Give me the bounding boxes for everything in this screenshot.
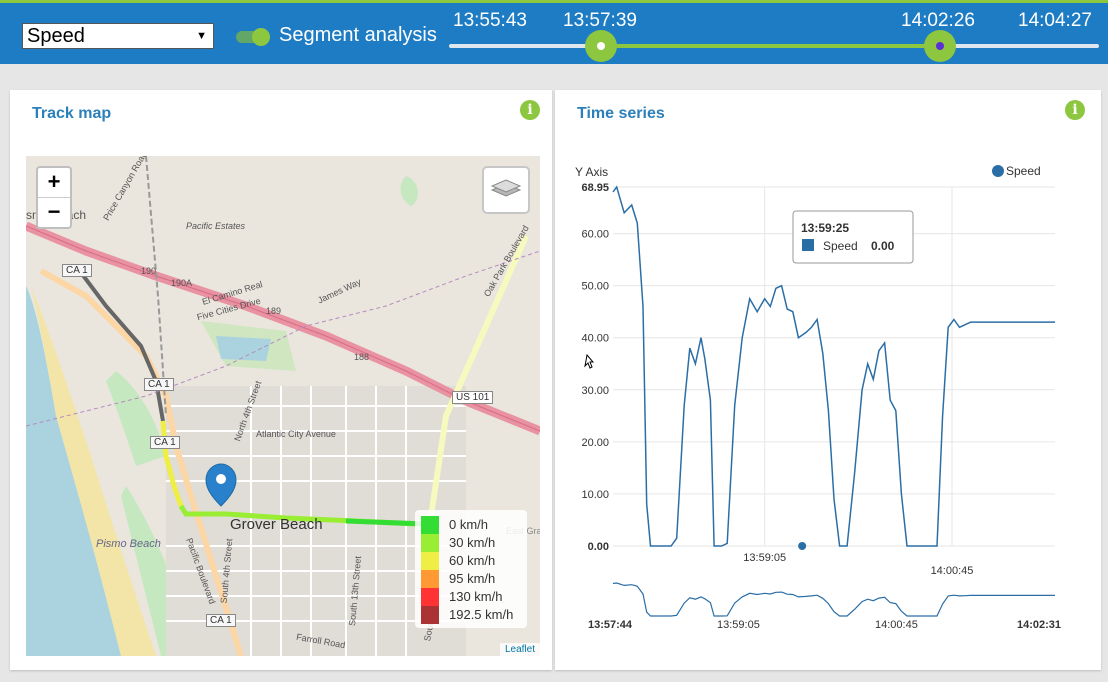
- layers-icon: [490, 179, 522, 197]
- legend-label: 95 km/h: [449, 571, 496, 586]
- legend-label: 0 km/h: [449, 517, 489, 532]
- panel-title: Time series: [577, 105, 665, 122]
- toggle-knob: [252, 28, 270, 46]
- legend-label: 192.5 km/h: [449, 607, 514, 622]
- navigator-series-line[interactable]: [612, 582, 1055, 617]
- y-tick-label: 68.95: [581, 182, 609, 194]
- range-end-time: 14:04:27: [1018, 10, 1092, 31]
- navigator-label: 13:59:05: [717, 619, 760, 631]
- info-icon[interactable]: i: [520, 100, 540, 120]
- y-tick-label: 30.00: [581, 385, 609, 397]
- navigator-label: 13:57:44: [588, 619, 633, 631]
- range-start-handle[interactable]: [585, 30, 617, 62]
- y-tick-label: 20.00: [581, 437, 609, 449]
- legend-marker-icon: [992, 165, 1004, 177]
- navigator-label: 14:02:31: [1017, 619, 1061, 631]
- legend-label: 60 km/h: [449, 553, 496, 568]
- route-number: 189: [266, 306, 282, 316]
- hover-point: [798, 542, 807, 550]
- tooltip-swatch: [802, 239, 814, 251]
- tooltip-value: 0.00: [871, 239, 895, 253]
- map-label: Atlantic City Avenue: [256, 429, 336, 439]
- route-shield: CA 1: [150, 436, 180, 449]
- handle-dot-icon: [597, 42, 605, 50]
- selected-range: [600, 44, 940, 48]
- range-end-handle[interactable]: [924, 30, 956, 62]
- range-handle-start-time: 13:57:39: [563, 10, 637, 31]
- y-axis-title: Y Axis: [575, 165, 608, 179]
- x-tick-label: 13:59:05: [743, 552, 786, 564]
- y-tick-label: 50.00: [581, 281, 609, 293]
- legend-swatch: [421, 588, 439, 606]
- legend-swatch: [421, 516, 439, 534]
- legend-swatch: [421, 534, 439, 552]
- panel-title: Track map: [32, 105, 112, 122]
- route-shield: CA 1: [62, 264, 92, 277]
- route-shield: CA 1: [144, 378, 174, 391]
- legend-swatch: [421, 552, 439, 570]
- legend-swatch: [421, 606, 439, 624]
- map-label: Pacific Estates: [186, 221, 246, 231]
- tooltip-series: Speed: [823, 239, 858, 253]
- y-tick-label: 0.00: [588, 541, 609, 553]
- metric-select[interactable]: Speed ▼: [22, 23, 214, 49]
- segment-analysis-label: Segment analysis: [279, 24, 437, 46]
- layers-button[interactable]: [482, 166, 530, 214]
- handle-dot-icon: [936, 42, 944, 50]
- dropdown-arrow-icon: ▼: [196, 30, 207, 42]
- zoom-control: + −: [36, 166, 72, 229]
- zoom-out-button[interactable]: −: [38, 198, 70, 227]
- range-start-time: 13:55:43: [453, 10, 527, 31]
- map-label: Pismo Beach: [96, 538, 161, 550]
- route-shield: US 101: [452, 391, 494, 404]
- navigator-label: 14:00:45: [875, 619, 918, 631]
- route-shield: CA 1: [206, 614, 236, 627]
- zoom-in-button[interactable]: +: [38, 168, 70, 198]
- chart-tooltip: 13:59:25 Speed 0.00: [792, 210, 914, 264]
- speed-legend: 0 km/h 30 km/h 60 km/h 95 km/h 130 km/h …: [415, 510, 527, 628]
- legend-label: 130 km/h: [449, 589, 503, 604]
- legend-label: 30 km/h: [449, 535, 496, 550]
- y-tick-label: 10.00: [581, 489, 609, 501]
- track-map[interactable]: Grover Beach Pismo Beach Pacific Estates…: [26, 156, 540, 656]
- metric-select-value: Speed: [27, 25, 85, 47]
- top-bar: Speed ▼ Segment analysis 13:55:43 13:57:…: [0, 0, 1108, 64]
- range-handle-end-time: 14:02:26: [901, 10, 975, 31]
- legend-swatch: [421, 570, 439, 588]
- route-number: 190A: [171, 278, 193, 288]
- tooltip-time: 13:59:25: [801, 221, 849, 235]
- route-number: 190: [141, 266, 157, 276]
- y-tick-label: 60.00: [581, 229, 609, 241]
- x-tick-label: 14:00:45: [931, 565, 974, 577]
- city-label: Grover Beach: [230, 516, 323, 533]
- segment-analysis-toggle[interactable]: [236, 28, 270, 46]
- route-number: 188: [354, 352, 370, 362]
- leaflet-attribution[interactable]: Leaflet: [499, 643, 540, 656]
- info-icon[interactable]: i: [1065, 100, 1085, 120]
- mouse-cursor-icon: [584, 353, 595, 369]
- speed-chart[interactable]: Y Axis Speed 0.00 10.00 20.00 30.00 40.00 50.…: [555, 150, 1101, 640]
- y-tick-label: 40.00: [581, 333, 609, 345]
- legend-series-label[interactable]: Speed: [1006, 164, 1041, 178]
